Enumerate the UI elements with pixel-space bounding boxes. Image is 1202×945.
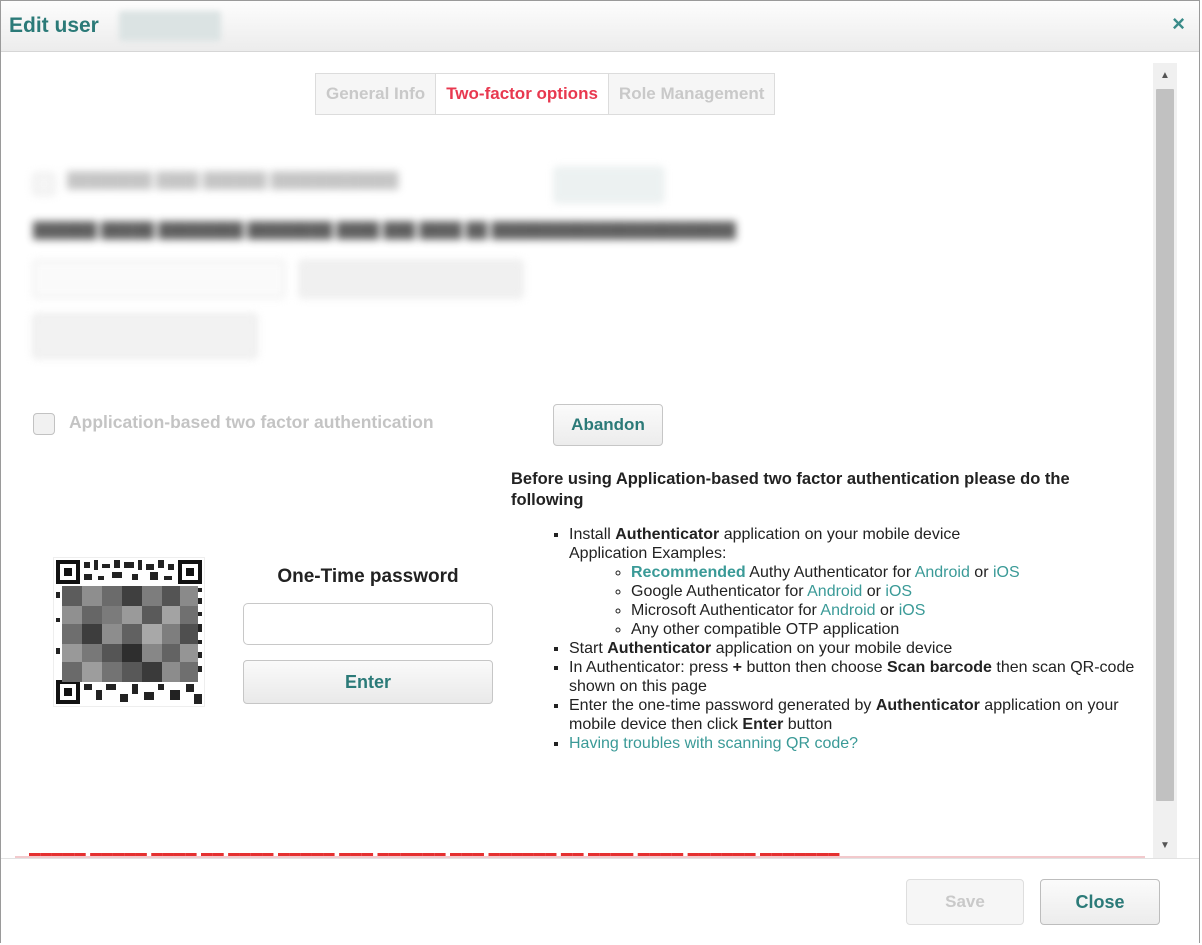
vertical-scrollbar[interactable]: ▲ ▼ — [1153, 63, 1177, 859]
blurred-enter-button — [299, 260, 523, 298]
ios-link[interactable]: iOS — [899, 602, 926, 619]
step-text: Enter the one-time password generated by — [569, 697, 876, 714]
save-button[interactable]: Save — [906, 879, 1024, 925]
tab-general-info[interactable]: General Info — [316, 74, 437, 114]
or-text: or — [969, 564, 993, 581]
app-2fa-checkbox[interactable] — [33, 413, 55, 435]
example-microsoft: Microsoft Authenticator for Android or i… — [631, 601, 1141, 620]
examples-list: Recommended Authy Authenticator for Andr… — [569, 563, 1141, 639]
step-scan: In Authenticator: press + button then ch… — [569, 658, 1141, 696]
dialog-titlebar: Edit user × — [1, 1, 1199, 52]
step-troubles: Having troubles with scanning QR code? — [569, 734, 1141, 753]
android-link[interactable]: Android — [820, 602, 875, 619]
scroll-down-arrow-icon[interactable]: ▼ — [1153, 837, 1177, 855]
otp-enter-button[interactable]: Enter — [243, 660, 493, 704]
step-bold: Authenticator — [875, 697, 980, 714]
scroll-thumb[interactable] — [1156, 89, 1174, 801]
example-other: Any other compatible OTP application — [631, 620, 1141, 639]
recommended-link[interactable]: Recommended — [631, 564, 746, 581]
step-text: button then choose — [742, 659, 887, 676]
troubles-link[interactable]: Having troubles with scanning QR code? — [569, 735, 858, 752]
step-text: In Authenticator: press — [569, 659, 733, 676]
blurred-label: ████████ ████ ██████ ████████████ — [67, 172, 399, 189]
step-bold: Enter — [742, 716, 784, 733]
step-bold: Authenticator — [615, 526, 720, 543]
blurred-instruction-line: ██████ █████ ████████ ████████ ████ ███ … — [33, 222, 736, 239]
tab-two-factor-options[interactable]: Two-factor options — [436, 74, 609, 114]
step-text: Start — [569, 640, 608, 657]
blurred-checkbox — [33, 173, 55, 195]
app-2fa-label: Application-based two factor authenticat… — [69, 412, 434, 432]
dialog-footer: Save Close — [1, 858, 1199, 943]
close-button[interactable]: Close — [1040, 879, 1160, 925]
dialog-content: General Info Two-factor options Role Man… — [1, 52, 1153, 858]
otp-input[interactable] — [243, 603, 493, 645]
scroll-up-arrow-icon[interactable]: ▲ — [1153, 67, 1177, 85]
blurred-username — [119, 11, 221, 41]
instructions-list: Install Authenticator application on you… — [511, 525, 1141, 753]
edit-user-dialog: Edit user × General Info Two-factor opti… — [0, 0, 1200, 943]
otp-label: One-Time password — [277, 566, 459, 587]
or-text: or — [875, 602, 899, 619]
blurred-abandon-button — [554, 167, 664, 203]
step-text: button — [783, 716, 833, 733]
or-text: or — [862, 583, 886, 600]
blurred-send-code-button — [33, 314, 257, 358]
step-start: Start Authenticator application on your … — [569, 639, 1141, 658]
step-bold: Scan barcode — [887, 659, 992, 676]
example-text: Microsoft Authenticator for — [631, 602, 821, 619]
abandon-button[interactable]: Abandon — [553, 404, 663, 446]
android-link[interactable]: Android — [915, 564, 970, 581]
example-text: Google Authenticator for — [631, 583, 808, 600]
step-install: Install Authenticator application on you… — [569, 525, 1141, 639]
dialog-title: Edit user — [9, 14, 99, 37]
qr-code-image — [53, 557, 205, 707]
close-icon[interactable]: × — [1172, 11, 1185, 37]
step-text: application on your mobile device — [719, 526, 961, 543]
instructions-panel: Before using Application-based two facto… — [511, 469, 1141, 753]
ios-link[interactable]: iOS — [993, 564, 1020, 581]
example-text: Authy Authenticator for — [745, 564, 915, 581]
example-google: Google Authenticator for Android or iOS — [631, 582, 1141, 601]
instructions-heading: Before using Application-based two facto… — [511, 470, 1070, 509]
ios-link[interactable]: iOS — [885, 583, 912, 600]
step-bold: Authenticator — [607, 640, 712, 657]
step-text: application on your mobile device — [711, 640, 953, 657]
step-enter-password: Enter the one-time password generated by… — [569, 696, 1141, 734]
tab-bar: General Info Two-factor options Role Man… — [315, 73, 776, 115]
step-text: Install — [569, 526, 616, 543]
example-authy: Recommended Authy Authenticator for Andr… — [631, 563, 1141, 582]
tab-role-management[interactable]: Role Management — [609, 74, 774, 114]
blurred-code-input — [33, 260, 285, 298]
android-link[interactable]: Android — [807, 583, 862, 600]
examples-label: Application Examples: — [569, 545, 727, 562]
plus-symbol: + — [732, 659, 742, 676]
